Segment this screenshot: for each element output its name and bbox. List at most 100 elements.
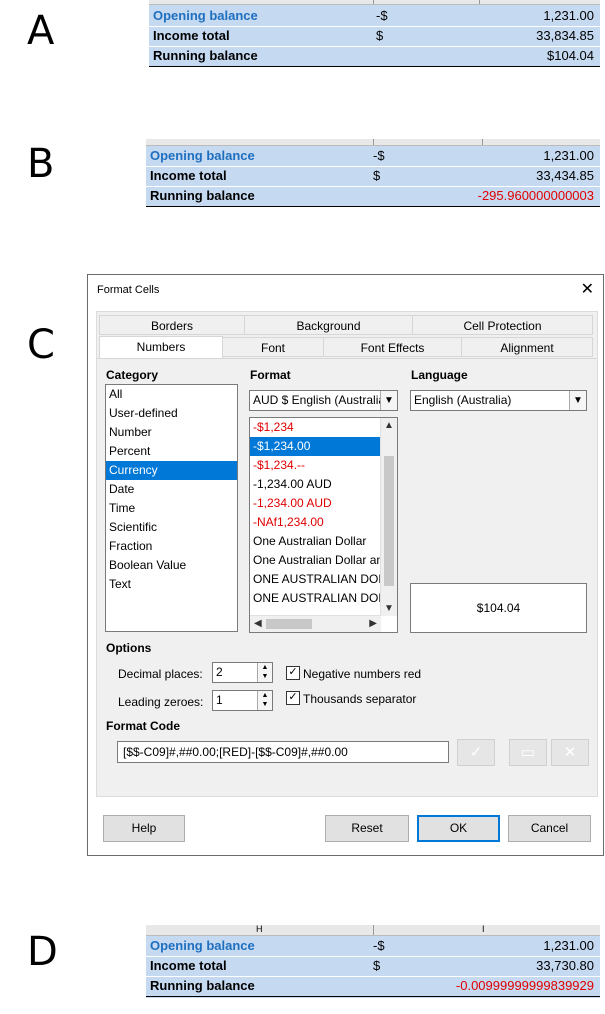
- category-item[interactable]: All: [106, 385, 237, 404]
- panel-label-b: B: [27, 141, 55, 187]
- language-combo[interactable]: English (Australia) ▼: [410, 390, 587, 411]
- scroll-thumb[interactable]: [384, 456, 394, 586]
- category-item[interactable]: Number: [106, 423, 237, 442]
- leading-zeroes-value: 1: [216, 693, 223, 707]
- close-icon[interactable]: ✕: [581, 279, 594, 299]
- cancel-button[interactable]: Cancel: [508, 815, 591, 842]
- help-button[interactable]: Help: [103, 815, 185, 842]
- format-item[interactable]: -NAf1,234.00: [250, 513, 381, 532]
- category-item[interactable]: Scientific: [106, 518, 237, 537]
- chevron-left-icon[interactable]: ◀: [254, 618, 262, 629]
- running-balance-row[interactable]: Running balance $104.04: [149, 46, 600, 67]
- income-total-row[interactable]: Income total $ 33,834.85: [149, 26, 600, 47]
- decimal-places-stepper[interactable]: 2 ▲ ▼: [212, 662, 273, 683]
- category-list[interactable]: All User-defined Number Percent Currency…: [105, 384, 238, 632]
- x-icon[interactable]: ✕: [551, 739, 589, 766]
- format-item-selected[interactable]: -$1,234.00: [250, 437, 381, 456]
- column-header: H I: [146, 924, 600, 936]
- spreadsheet-panel-a: Opening balance -$ 1,231.00 Income total…: [149, 0, 600, 67]
- format-label: Format: [250, 368, 291, 382]
- spin-arrows-icon[interactable]: ▲ ▼: [257, 691, 272, 710]
- cell-value: 33,730.80: [536, 958, 594, 973]
- leading-zeroes-label: Leading zeroes:: [118, 695, 204, 709]
- negative-red-label: Negative numbers red: [303, 667, 422, 681]
- reset-button[interactable]: Reset: [325, 815, 409, 842]
- format-item[interactable]: -1,234.00 AUD: [250, 475, 381, 494]
- row-label: Opening balance: [150, 938, 255, 953]
- negative-red-checkbox[interactable]: ✓: [286, 666, 300, 680]
- format-item[interactable]: ONE AUSTRALIAN DOLLAR: [250, 589, 381, 608]
- format-list-hscrollbar[interactable]: ◀ ▶: [250, 615, 381, 632]
- currency-symbol: -$: [373, 148, 385, 163]
- cell-value: 33,834.85: [536, 28, 594, 43]
- format-item[interactable]: -$1,234.--: [250, 456, 381, 475]
- format-item[interactable]: ONE AUSTRALIAN DOLLAR: [250, 570, 381, 589]
- tab-background[interactable]: Background: [244, 315, 413, 335]
- options-label: Options: [106, 641, 152, 655]
- format-currency-combo[interactable]: AUD $ English (Australia) ▼: [249, 390, 398, 411]
- chevron-down-icon[interactable]: ▼: [384, 603, 394, 614]
- format-item[interactable]: -1,234.00 AUD: [250, 494, 381, 513]
- check-icon[interactable]: ✓: [457, 739, 495, 766]
- cell-value: -295.960000000003: [477, 188, 594, 203]
- comment-icon[interactable]: ▭: [509, 739, 547, 766]
- panel-label-d: D: [27, 929, 58, 975]
- format-cells-dialog: Format Cells ✕ Borders Background Cell P…: [87, 274, 604, 856]
- chevron-right-icon[interactable]: ▶: [369, 618, 377, 629]
- spin-arrows-icon[interactable]: ▲ ▼: [257, 663, 272, 682]
- category-item[interactable]: Date: [106, 480, 237, 499]
- row-label: Income total: [150, 958, 227, 973]
- row-label: Opening balance: [150, 148, 255, 163]
- row-label: Income total: [150, 168, 227, 183]
- running-balance-row[interactable]: Running balance -0.00999999999839929: [146, 976, 600, 997]
- currency-symbol: $: [373, 958, 381, 973]
- panel-label-a: A: [27, 8, 55, 54]
- tab-alignment[interactable]: Alignment: [461, 337, 593, 357]
- running-balance-row[interactable]: Running balance -295.960000000003: [146, 186, 600, 207]
- column-i-label: I: [482, 924, 485, 934]
- tab-cell-protection[interactable]: Cell Protection: [412, 315, 593, 335]
- currency-symbol: -$: [376, 8, 388, 23]
- format-list-scrollbar[interactable]: ▲ ▼: [380, 418, 397, 616]
- hscroll-thumb[interactable]: [266, 619, 312, 629]
- format-item[interactable]: One Australian Dollar: [250, 532, 381, 551]
- tab-numbers[interactable]: Numbers: [99, 336, 223, 358]
- category-item[interactable]: Time: [106, 499, 237, 518]
- category-item[interactable]: Fraction: [106, 537, 237, 556]
- row-label: Opening balance: [153, 8, 258, 23]
- format-list[interactable]: -$1,234 -$1,234.00 -$1,234.-- -1,234.00 AUD…: [249, 417, 398, 633]
- chevron-down-icon: ▼: [569, 391, 586, 410]
- currency-symbol: $: [376, 28, 384, 43]
- category-item[interactable]: Boolean Value: [106, 556, 237, 575]
- tab-font[interactable]: Font: [222, 337, 324, 357]
- income-total-row[interactable]: Income total $ 33,434.85: [146, 166, 600, 187]
- income-total-row[interactable]: Income total $ 33,730.80: [146, 956, 600, 977]
- chevron-up-icon[interactable]: ▲: [384, 420, 394, 431]
- category-label: Category: [106, 368, 159, 382]
- tab-font-effects[interactable]: Font Effects: [323, 337, 462, 357]
- cell-value: -0.00999999999839929: [455, 978, 594, 993]
- currency-symbol: $: [373, 168, 381, 183]
- opening-balance-row[interactable]: Opening balance -$ 1,231.00: [149, 6, 600, 27]
- category-item[interactable]: Percent: [106, 442, 237, 461]
- format-item[interactable]: One Australian Dollar and: [250, 551, 381, 570]
- thousands-separator-checkbox[interactable]: ✓: [286, 691, 300, 705]
- ok-button[interactable]: OK: [417, 815, 500, 842]
- category-item[interactable]: Text: [106, 575, 237, 594]
- row-label: Running balance: [153, 48, 258, 63]
- column-header: [146, 139, 600, 146]
- tab-borders[interactable]: Borders: [99, 315, 245, 335]
- currency-symbol: -$: [373, 938, 385, 953]
- opening-balance-row[interactable]: Opening balance -$ 1,231.00: [146, 936, 600, 957]
- format-item[interactable]: -$1,234: [250, 418, 381, 437]
- row-label: Running balance: [150, 188, 255, 203]
- format-code-label: Format Code: [106, 719, 181, 733]
- category-item-selected[interactable]: Currency: [106, 461, 237, 480]
- column-h-label: H: [256, 924, 263, 934]
- category-item[interactable]: User-defined: [106, 404, 237, 423]
- opening-balance-row[interactable]: Opening balance -$ 1,231.00: [146, 146, 600, 167]
- leading-zeroes-stepper[interactable]: 1 ▲ ▼: [212, 690, 273, 711]
- decimal-places-label: Decimal places:: [118, 667, 203, 681]
- cell-value: 1,231.00: [543, 8, 594, 23]
- format-code-input[interactable]: [$$-C09]#,##0.00;[RED]-[$$-C09]#,##0.00: [117, 741, 449, 763]
